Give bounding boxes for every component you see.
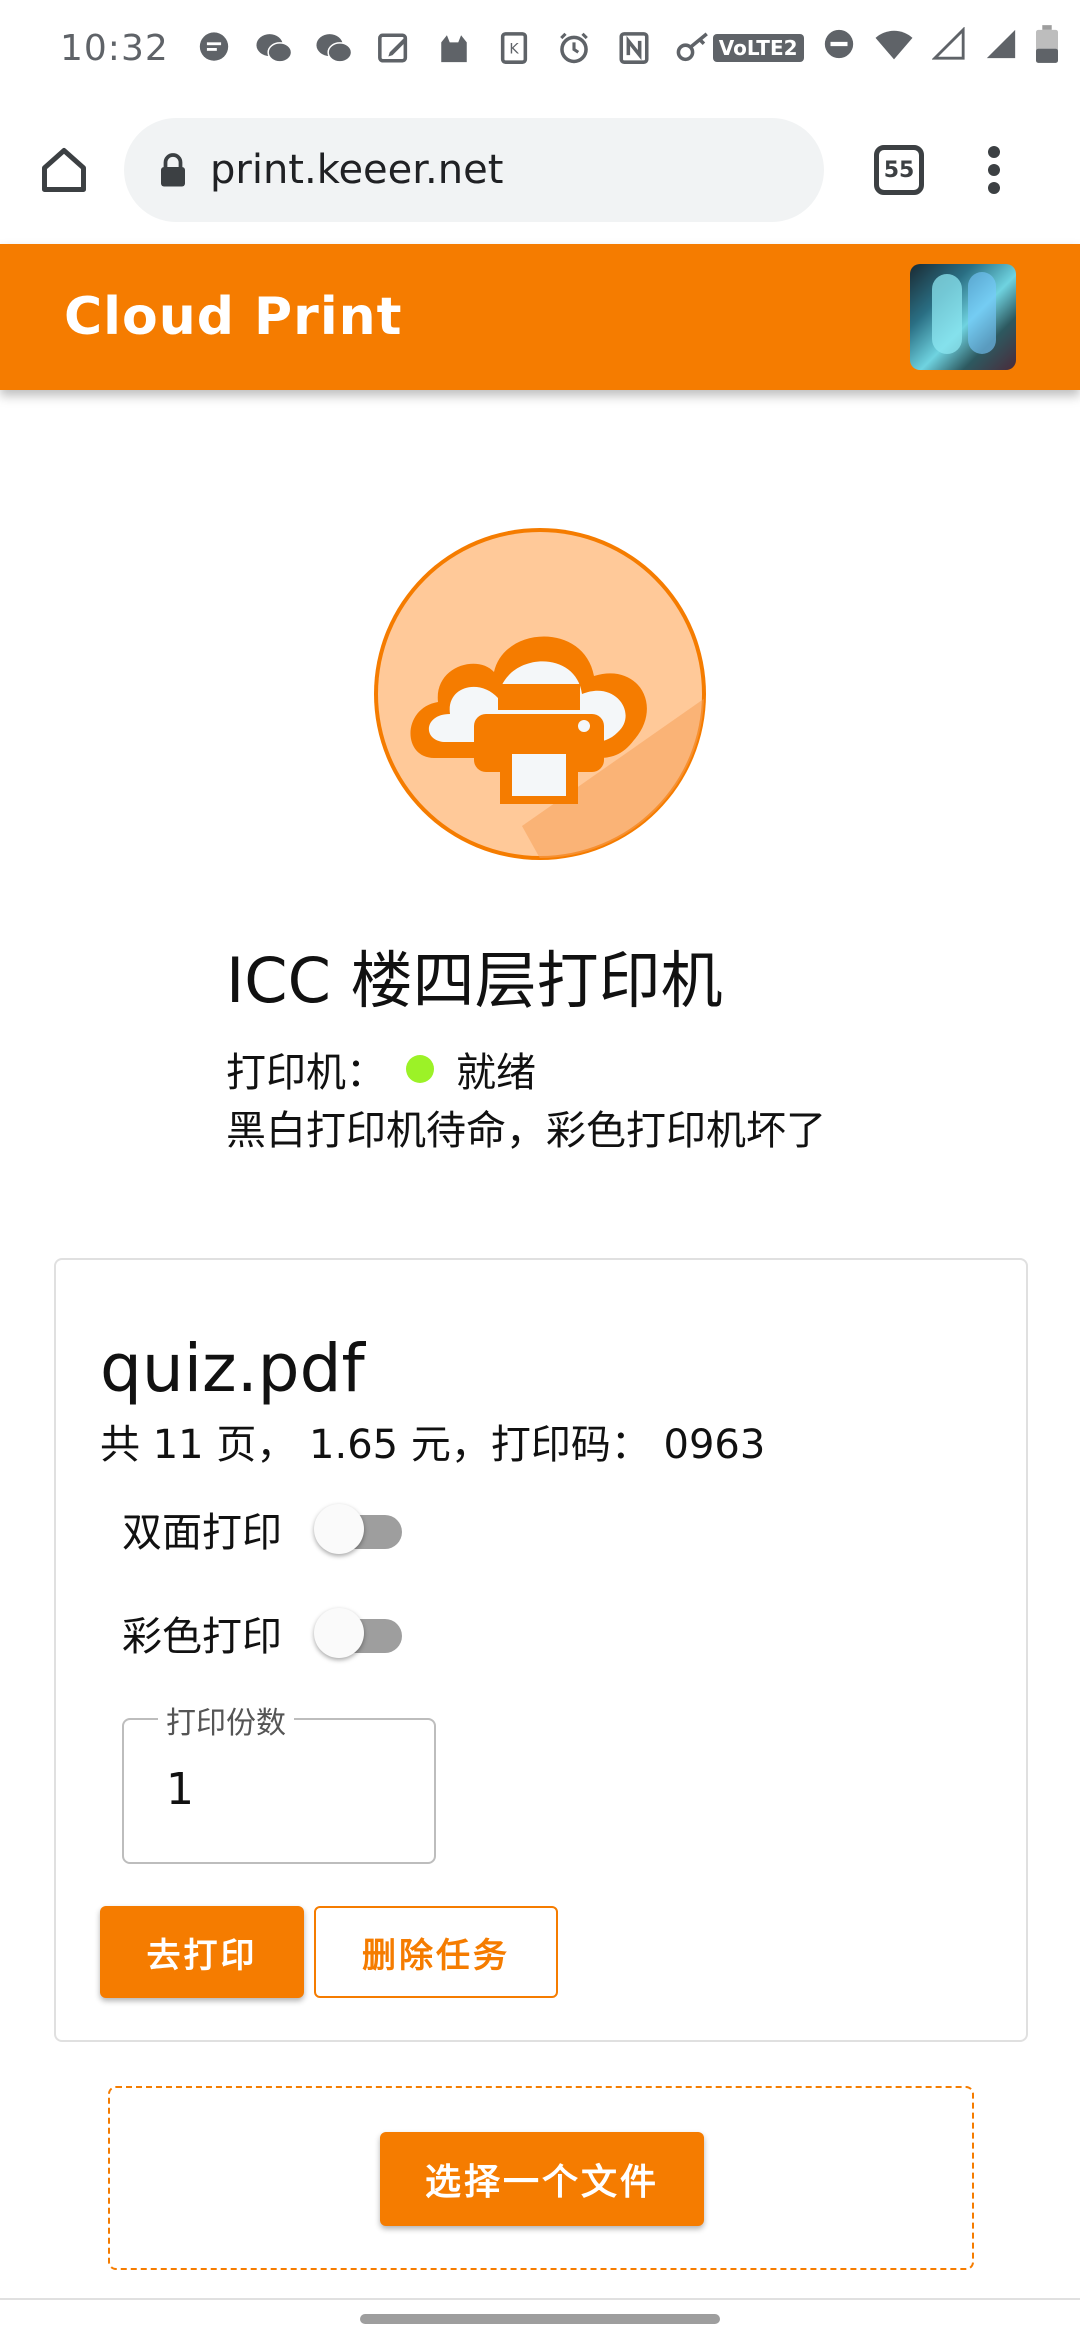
copies-field[interactable]: 打印份数 1 <box>122 1698 436 1864</box>
edit-icon <box>375 29 413 67</box>
print-job-card: quiz.pdf 共 11 页， 1.65 元，打印码： 0963 双面打印 彩… <box>54 1258 1028 2042</box>
copies-input[interactable]: 1 <box>166 1764 194 1815</box>
address-bar[interactable]: print.keeer.net <box>124 118 824 222</box>
printer-status-label: 打印机： <box>226 1050 386 1096</box>
dot <box>988 146 1000 158</box>
app-bar: Cloud Print <box>0 244 1080 390</box>
volte-badge: VoLTE2 <box>712 34 804 62</box>
dot <box>988 164 1000 176</box>
copies-label: 打印份数 <box>158 1698 294 1742</box>
duplex-toggle[interactable] <box>314 1501 408 1557</box>
file-name: quiz.pdf <box>100 1330 365 1407</box>
wechat-icon <box>315 29 353 67</box>
key-icon <box>675 29 713 67</box>
color-toggle[interactable] <box>314 1605 408 1661</box>
svg-text:K: K <box>509 42 519 58</box>
file-upload-area[interactable]: 选择一个文件 <box>108 2086 974 2270</box>
status-time: 10:32 <box>60 27 169 69</box>
file-meta: 共 11 页， 1.65 元，打印码： 0963 <box>100 1422 766 1468</box>
status-notification-icons: K <box>195 29 713 67</box>
browser-menu-button[interactable] <box>974 140 1014 200</box>
toggle-thumb <box>314 1504 364 1554</box>
status-bar: 10:32 K VoLTE2 <box>0 0 1080 96</box>
duplex-label: 双面打印 <box>122 1510 282 1556</box>
choose-file-button[interactable]: 选择一个文件 <box>380 2132 704 2226</box>
printer-status-value: 就绪 <box>456 1050 536 1096</box>
status-system-icons: VoLTE2 <box>712 24 1058 72</box>
gesture-navigation-bar[interactable] <box>360 2314 720 2324</box>
alarm-icon <box>555 29 593 67</box>
toggle-thumb <box>314 1608 364 1658</box>
k-icon: K <box>495 29 533 67</box>
wechat-icon <box>255 29 293 67</box>
tab-switcher-button[interactable]: 55 <box>874 145 924 195</box>
printer-note: 黑白打印机待命，彩色打印机坏了 <box>226 1108 826 1154</box>
delete-task-button[interactable]: 删除任务 <box>314 1906 558 1998</box>
lock-icon <box>161 153 185 187</box>
print-button[interactable]: 去打印 <box>100 1906 304 1998</box>
nfc-icon <box>615 29 653 67</box>
avatar[interactable] <box>910 264 1016 370</box>
signal-icon <box>984 27 1018 70</box>
printer-name: ICC 楼四层打印机 <box>226 944 723 1017</box>
tab-count: 55 <box>883 157 915 183</box>
printer-status: 打印机： 就绪 <box>226 1040 536 1098</box>
signal-icon <box>930 25 966 70</box>
home-button[interactable] <box>34 140 94 200</box>
dot <box>988 182 1000 194</box>
status-indicator-icon <box>406 1055 434 1083</box>
battery-icon <box>1035 24 1058 72</box>
dnd-icon <box>822 27 856 70</box>
cat-icon <box>435 29 473 67</box>
app-title: Cloud Print <box>64 287 403 347</box>
color-option: 彩色打印 <box>122 1604 408 1662</box>
divider <box>0 2298 1080 2300</box>
duplex-option: 双面打印 <box>122 1500 408 1558</box>
wifi-icon <box>874 27 914 70</box>
url-text: print.keeer.net <box>210 147 504 193</box>
cloud-printer-logo <box>374 528 706 860</box>
home-icon <box>42 148 86 192</box>
message-icon <box>195 29 233 67</box>
color-label: 彩色打印 <box>122 1614 282 1660</box>
browser-toolbar: print.keeer.net 55 <box>0 96 1080 244</box>
